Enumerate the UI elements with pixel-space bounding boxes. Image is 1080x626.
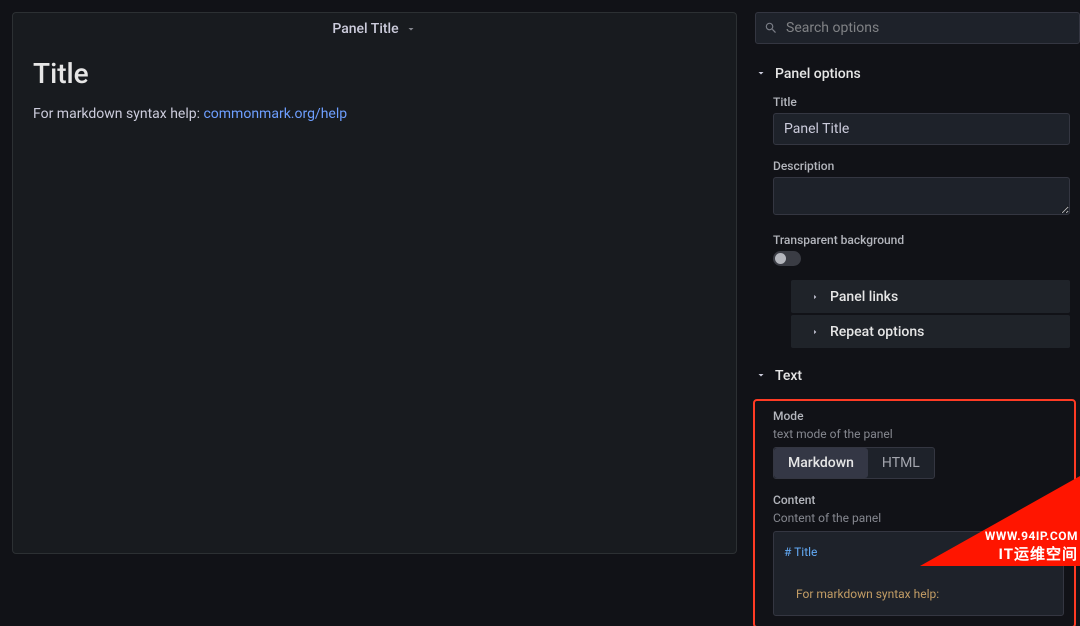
code-line: For markdown syntax help: [784,587,939,601]
panel-content: Title For markdown syntax help: commonma… [13,45,736,134]
mode-label: Mode [773,409,1064,423]
help-text: For markdown syntax help: [33,106,203,122]
code-line: # Title [784,545,817,559]
mode-html-button[interactable]: HTML [868,448,934,478]
title-label: Title [773,95,1070,109]
mode-field-group: Mode text mode of the panel Markdown HTM… [773,409,1064,479]
description-field-group: Description [773,159,1070,219]
panel-header: Panel Title [13,13,736,45]
panel-options-body: Title Description Transparent background… [745,91,1080,358]
panel-preview: Panel Title Title For markdown syntax he… [12,12,737,554]
transparent-label: Transparent background [773,233,1070,247]
chevron-right-icon [810,322,820,341]
section-title: Panel options [775,66,861,82]
help-link[interactable]: commonmark.org/help [203,106,347,122]
mode-button-group: Markdown HTML [773,447,935,479]
transparent-toggle[interactable] [773,251,801,266]
chevron-right-icon [810,287,820,306]
description-input[interactable] [773,177,1070,215]
watermark-line2: IT运维空间 [985,545,1078,565]
repeat-options-label: Repeat options [830,324,924,340]
section-text[interactable]: Text [745,358,1080,393]
mode-markdown-button[interactable]: Markdown [774,448,868,478]
mode-desc: text mode of the panel [773,427,1064,441]
panel-title-dropdown[interactable]: Panel Title [332,20,416,39]
chevron-down-icon [755,64,767,83]
search-input-wrap[interactable] [755,12,1080,44]
description-label: Description [773,159,1070,173]
title-input[interactable] [773,113,1070,145]
watermark-text: WWW.94IP.COM IT运维空间 [985,529,1078,564]
transparent-field-group: Transparent background [773,233,1070,266]
chevron-down-icon [405,20,417,39]
search-container [745,12,1080,56]
title-field-group: Title [773,95,1070,145]
content-paragraph: For markdown syntax help: commonmark.org… [33,106,716,122]
search-icon [764,21,778,35]
panel-links-label: Panel links [830,289,898,305]
repeat-options-row[interactable]: Repeat options [791,315,1070,348]
section-title: Text [775,368,802,384]
section-panel-options[interactable]: Panel options [745,56,1080,91]
watermark-line1: WWW.94IP.COM [985,529,1078,545]
panel-links-row[interactable]: Panel links [791,280,1070,313]
content-heading: Title [33,57,716,90]
search-input[interactable] [756,13,1079,43]
panel-title: Panel Title [332,21,398,37]
subsection-list: Panel links Repeat options [773,280,1070,348]
chevron-down-icon [755,366,767,385]
